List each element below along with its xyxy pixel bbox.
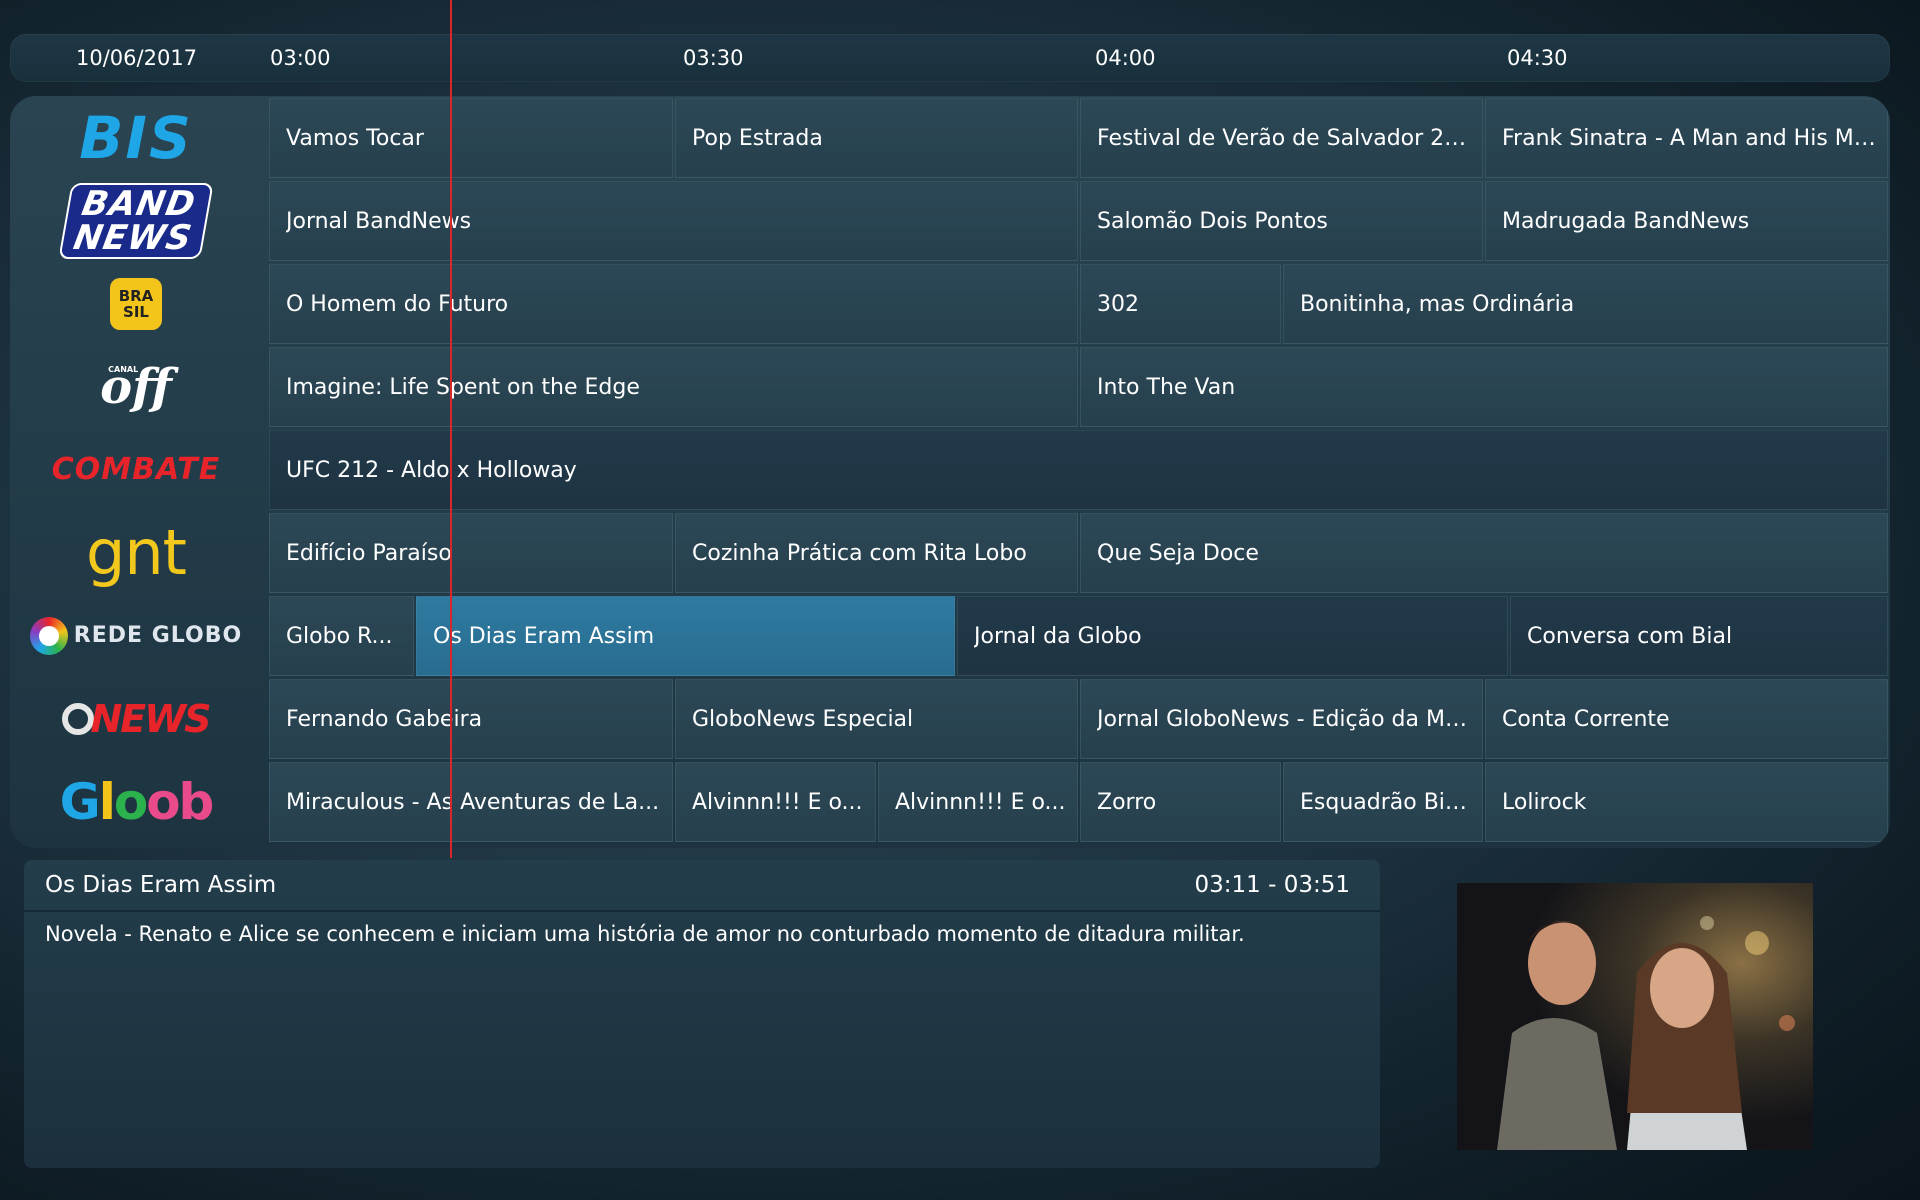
time-tick: 04:30 [1507,46,1568,70]
program-cell[interactable]: Frank Sinatra - A Man and His Mu... [1485,98,1888,178]
program-cell[interactable]: Fernando Gabeira [269,679,673,759]
globo-globe-icon [29,616,68,655]
program-cell[interactable]: Zorro [1080,762,1281,842]
program-cell[interactable]: Jornal BandNews [269,181,1078,261]
program-cell[interactable]: Conversa com Bial [1510,596,1888,676]
time-tick: 04:00 [1095,46,1156,70]
program-info-time: 03:11 - 03:51 [1194,872,1351,898]
program-cell[interactable]: Cozinha Prática com Rita Lobo [675,513,1078,593]
program-cell[interactable]: Alvinnn!!! E o... [675,762,876,842]
channel-logo-combate[interactable]: COMBATE [10,428,262,511]
time-tick: 03:00 [270,46,331,70]
channel-logo-rede-globo[interactable]: REDE GLOBO [10,594,262,677]
timeline-bar: 10/06/2017 03:00 03:30 04:00 04:30 [10,34,1890,82]
bis-logo: BIS [79,103,193,172]
program-info-title: Os Dias Eram Assim [45,872,277,898]
program-cell[interactable]: Salomão Dois Pontos [1080,181,1483,261]
rede-globo-logo: REDE GLOBO [29,616,242,655]
program-cell[interactable]: Que Seja Doce [1080,513,1888,593]
program-cell[interactable]: Jornal da Globo [957,596,1508,676]
guide-date: 10/06/2017 [76,46,198,70]
program-cell[interactable]: O Homem do Futuro [269,264,1078,344]
program-cell[interactable]: Into The Van [1080,347,1888,427]
bandnews-logo: BAND NEWS [58,182,214,259]
program-cell[interactable]: Alvinnn!!! E o... [878,762,1078,842]
program-cell[interactable]: Jornal GloboNews - Edição da Me... [1080,679,1483,759]
channel-column: BIS BAND NEWS BRA SIL CANAL off COMBATE gnt… [10,96,262,848]
time-tick: 03:30 [683,46,744,70]
program-cell[interactable]: Festival de Verão de Salvador 20... [1080,98,1483,178]
program-info-header: Os Dias Eram Assim 03:11 - 03:51 [24,860,1380,912]
programs-area: Vamos Tocar Pop Estrada Festival de Verã… [267,96,1890,848]
program-info-panel: Os Dias Eram Assim 03:11 - 03:51 Novela … [24,860,1380,1168]
program-cell[interactable]: 302 [1080,264,1281,344]
program-cell[interactable]: UFC 212 - Aldo x Holloway [269,430,1888,510]
program-cell[interactable]: Madrugada BandNews [1485,181,1888,261]
gloob-logo: Gloob [59,772,215,831]
program-cell-selected[interactable]: Os Dias Eram Assim [416,596,955,676]
program-cell[interactable]: Miraculous - As Aventuras de La... [269,762,673,842]
program-guide-grid: BIS BAND NEWS BRA SIL CANAL off COMBATE gnt… [10,96,1890,848]
canal-off-logo: CANAL off [100,358,172,415]
channel-logo-gnt[interactable]: gnt [10,511,262,594]
program-cell[interactable]: Globo R... [269,596,414,676]
program-cell[interactable]: GloboNews Especial [675,679,1078,759]
program-cell[interactable]: Pop Estrada [675,98,1078,178]
program-info-description: Novela - Renato e Alice se conhecem e in… [45,922,1245,946]
program-cell[interactable]: Esquadrão Biz... [1283,762,1483,842]
channel-logo-bis[interactable]: BIS [10,96,262,179]
channel-logo-globonews[interactable]: NEWS [10,677,262,760]
program-thumbnail [1457,883,1813,1150]
program-thumbnail-image [1457,883,1813,1150]
program-cell[interactable]: Edifício Paraíso [269,513,673,593]
program-cell[interactable]: Conta Corrente [1485,679,1888,759]
globonews-logo: NEWS [62,697,212,741]
gnt-logo: gnt [86,516,187,589]
channel-logo-canal-off[interactable]: CANAL off [10,345,262,428]
channel-logo-gloob[interactable]: Gloob [10,760,262,843]
channel-logo-canal-brasil[interactable]: BRA SIL [10,262,262,345]
program-cell[interactable]: Vamos Tocar [269,98,673,178]
combate-logo: COMBATE [51,452,221,487]
program-cell[interactable]: Imagine: Life Spent on the Edge [269,347,1078,427]
program-cell[interactable]: Lolirock [1485,762,1888,842]
canal-brasil-logo: BRA SIL [110,277,162,330]
current-time-indicator [450,0,452,858]
channel-logo-bandnews[interactable]: BAND NEWS [10,179,262,262]
program-cell[interactable]: Bonitinha, mas Ordinária [1283,264,1888,344]
